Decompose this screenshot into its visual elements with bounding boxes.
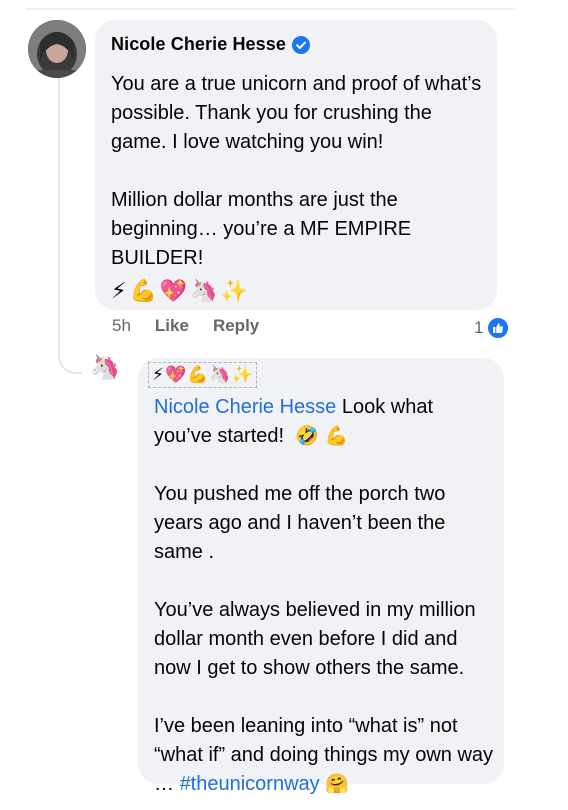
flexed-biceps-emoji: 💪 xyxy=(324,425,349,447)
divider xyxy=(26,8,516,10)
author-name[interactable]: Nicole Cherie Hesse xyxy=(111,34,286,55)
reaction-count: 1 xyxy=(474,318,484,337)
comment-timestamp[interactable]: 5h xyxy=(112,316,131,336)
flexed-biceps-emoji: 💪 xyxy=(187,365,209,385)
verified-badge-icon xyxy=(291,35,310,54)
comment-paragraph: You are a true unicorn and proof of what… xyxy=(111,73,482,153)
reply-button[interactable]: Reply xyxy=(213,316,259,336)
avatar[interactable] xyxy=(28,20,86,78)
thread-connector-line xyxy=(58,74,82,374)
thumbs-up-icon xyxy=(486,316,511,340)
profile-photo xyxy=(28,20,86,78)
unicorn-emoji: 🦄 xyxy=(209,365,231,385)
lightning-emoji: ⚡ xyxy=(111,279,127,304)
reaction-summary[interactable]: 1 xyxy=(474,316,511,340)
flexed-biceps-emoji: 💪 xyxy=(129,279,157,304)
sparkles-emoji: ✨ xyxy=(231,365,253,385)
mention-link[interactable]: Nicole Cherie Hesse xyxy=(154,396,336,418)
hashtag-link[interactable]: #theunicornway xyxy=(180,773,320,795)
comment-header: Nicole Cherie Hesse xyxy=(111,34,310,55)
comment-emoji-line: ⚡ 💪 💖 🦄 ✨ xyxy=(111,279,248,305)
comment-actions: 5h Like Reply xyxy=(112,316,259,336)
comment-bubble: Nicole Cherie Hesse You are a true unico… xyxy=(95,20,497,310)
reply-emoji-line: ⚡ 💖 💪 🦄 ✨ xyxy=(148,362,257,388)
sparkles-emoji: ✨ xyxy=(220,279,249,304)
reply-paragraph: I’ve been leaning into “what is” not “wh… xyxy=(154,712,494,799)
reply-avatar[interactable]: 🦄 xyxy=(90,352,120,382)
lightning-emoji: ⚡ xyxy=(152,365,164,385)
reply-body: Nicole Cherie Hesse Look what you’ve sta… xyxy=(154,393,494,799)
unicorn-emoji: 🦄 xyxy=(190,279,218,304)
rolling-laughing-emoji: 🤣 xyxy=(295,425,319,447)
reply-bubble: ⚡ 💖 💪 🦄 ✨ Nicole Cherie Hesse Look what … xyxy=(138,358,504,795)
sparkling-heart-emoji: 💖 xyxy=(164,365,187,385)
comment-paragraph: Million dollar months are just the begin… xyxy=(111,189,412,269)
like-button[interactable]: Like xyxy=(155,316,189,336)
comment-body: You are a true unicorn and proof of what… xyxy=(111,70,491,273)
reply-paragraph: You pushed me off the porch two years ag… xyxy=(154,483,446,563)
reply-paragraph: Nicole Cherie Hesse Look what you’ve sta… xyxy=(154,393,494,451)
hugging-face-emoji: 🤗 xyxy=(325,773,349,795)
sparkling-heart-emoji: 💖 xyxy=(159,279,188,304)
reply-paragraph: You’ve always believed in my million dol… xyxy=(154,599,476,679)
